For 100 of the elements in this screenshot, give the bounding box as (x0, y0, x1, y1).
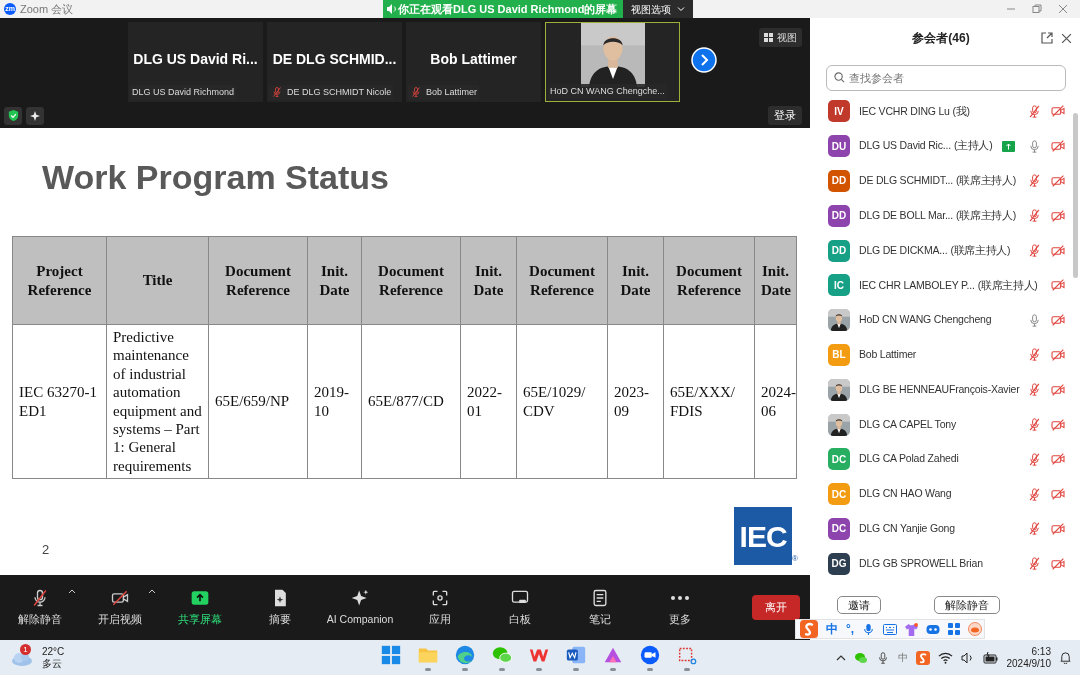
participant-row[interactable]: DG DLG GB SPROWELL Brian (810, 546, 1080, 582)
table-cell: 2019-10 (307, 324, 362, 479)
view-button[interactable]: 视图 (759, 28, 802, 47)
scrollbar[interactable] (1073, 113, 1078, 278)
apps-grid-icon[interactable] (948, 623, 961, 635)
punctuation-mode[interactable]: °, (846, 620, 855, 638)
table-cell: 65E/1029/CDV (516, 324, 608, 479)
weather-widget[interactable]: 1 (10, 645, 34, 670)
toolbar-button[interactable]: 白板 (480, 587, 560, 628)
column-header: Init. Date (307, 236, 362, 325)
participant-row[interactable]: DD DE DLG SCHMIDT... (联席主持人) (810, 163, 1080, 199)
gamepad-icon[interactable] (926, 623, 941, 635)
participant-name: Bob Lattimer (859, 347, 917, 363)
word-processor-icon[interactable] (564, 644, 587, 666)
mic-icon[interactable] (862, 622, 876, 636)
participant-row[interactable]: DU DLG US David Ric... (主持人) (810, 128, 1080, 164)
toolbar-button[interactable]: 摘要 (240, 587, 320, 628)
column-header: Title (106, 236, 209, 325)
column-header: Document Reference (208, 236, 308, 325)
notification-badge: 1 (20, 643, 31, 655)
running-indicator-icon (572, 668, 579, 671)
shirt-icon[interactable] (905, 622, 919, 636)
panel-button[interactable]: 解除静音 (934, 596, 1000, 615)
close-icon[interactable] (1058, 4, 1068, 14)
participant-row[interactable]: DC DLG CN Yanjie Gong (810, 511, 1080, 547)
toolbar-button[interactable]: 开启视频 (80, 587, 160, 628)
shield-icon (6, 109, 20, 122)
participant-row[interactable]: BL Bob Lattimer (810, 337, 1080, 373)
input-method-icon[interactable] (915, 650, 930, 665)
participant-name: Bob Lattimer (430, 49, 517, 69)
toolbar-button[interactable]: 应用 (400, 587, 480, 628)
avatar: DC (828, 517, 850, 540)
avatar: IC (828, 274, 850, 297)
toolbar-button[interactable]: AI Companion (320, 587, 400, 628)
close-icon[interactable] (1061, 32, 1072, 44)
participant-name: HoD CN WANG Chengcheng (859, 312, 992, 328)
input-method-logo-icon[interactable] (800, 620, 818, 638)
panel-button[interactable]: 邀请 (837, 596, 881, 615)
search-field[interactable]: 查找参会者 (826, 65, 1066, 91)
wifi-icon[interactable] (937, 651, 953, 664)
search-icon (834, 72, 845, 83)
participant-name: IEC VCHR DING Lu (我) (859, 103, 970, 119)
caret-icon (677, 5, 685, 13)
registered-mark: ® (792, 553, 798, 566)
participant-row[interactable]: DD DLG DE BOLL Mar... (联席主持人) (810, 198, 1080, 234)
participant-row[interactable]: DLG CA CAPEL Tony (810, 407, 1080, 442)
participant-row[interactable]: HoD CN WANG Chengcheng (810, 302, 1080, 338)
participant-role: (主持人) (953, 138, 993, 154)
view-options-button[interactable]: 视图选项 (623, 0, 693, 18)
chat-icon[interactable] (490, 644, 513, 666)
next-page-icon[interactable] (691, 47, 717, 73)
participant-row[interactable]: DC DLG CN HAO Wang (810, 476, 1080, 512)
column-header: Init. Date (607, 236, 664, 325)
table-cell: 2022-01 (460, 324, 517, 479)
security-button[interactable] (4, 106, 22, 125)
login-button[interactable]: 登录 (768, 106, 802, 125)
clock[interactable]: 6:13 2024/9/10 (1006, 645, 1051, 670)
participant-row[interactable]: DC DLG CA Polad Zahedi (810, 441, 1080, 477)
name-label: HoD CN WANG Chengche... (548, 83, 667, 99)
leave-button[interactable]: 离开 (752, 595, 800, 620)
input-method-indicator[interactable]: 中 (897, 650, 908, 665)
column-header: Document Reference (516, 236, 608, 325)
avatar: BL (828, 343, 850, 366)
keyboard-icon[interactable] (883, 623, 898, 635)
video-meeting-icon[interactable] (638, 644, 661, 666)
column-header: Init. Date (460, 236, 517, 325)
participant-role: (联席主持人) (956, 173, 1016, 189)
pop-out-icon[interactable] (1041, 32, 1053, 44)
weather-condition: 多云 (42, 657, 63, 670)
table-cell: 65E/877/CD (361, 324, 461, 479)
notification-bell-icon[interactable] (1059, 651, 1072, 664)
column-header: Init. Date (754, 236, 797, 325)
participant-name: DLG CA Polad Zahedi (859, 451, 959, 467)
language-mode[interactable]: 中 (826, 620, 838, 638)
toolbar-button[interactable]: 共享屏幕 (160, 587, 240, 628)
temperature: 22°C (42, 645, 65, 658)
avatar: DC (828, 448, 850, 471)
participant-name: DLG CN HAO Wang (859, 486, 952, 502)
participant-row[interactable]: DD DLG DE DICKMA... (联席主持人) (810, 233, 1080, 268)
participant-name: DLG US David Ric... (859, 138, 951, 154)
volume-icon[interactable] (960, 651, 975, 664)
table-cell: 65E/659/NP (208, 324, 308, 479)
participant-name: DLG CN Yanjie Gong (859, 521, 955, 537)
participant-row[interactable]: IC IEC CHR LAMBOLEY P... (联席主持人) (810, 268, 1080, 303)
toolbar-button[interactable]: 更多 (640, 587, 720, 628)
participant-row[interactable]: DLG BE HENNEAUFrançois-Xavier (810, 372, 1080, 408)
participant-role: (联席主持人) (950, 242, 1011, 258)
toolbar-button[interactable]: 解除静音 (0, 587, 80, 628)
mascot-icon[interactable] (968, 622, 983, 636)
participant-name: DLG US David Ri... (133, 49, 258, 69)
participant-row[interactable]: IV IEC VCHR DING Lu (我) (810, 94, 1080, 129)
restore-icon[interactable] (1032, 4, 1042, 14)
sharing-banner: 你正在观看DLG US David Richmond的屏幕 (383, 0, 624, 18)
windows-start-icon[interactable] (379, 644, 402, 666)
video-off-icon (1050, 173, 1066, 189)
battery-icon[interactable] (982, 651, 999, 664)
toolbar-button[interactable]: 笔记 (560, 587, 640, 628)
ai-button[interactable] (26, 106, 44, 125)
table-cell: IEC 63270-1 ED1 (12, 324, 107, 479)
browser-icon[interactable] (453, 644, 476, 666)
